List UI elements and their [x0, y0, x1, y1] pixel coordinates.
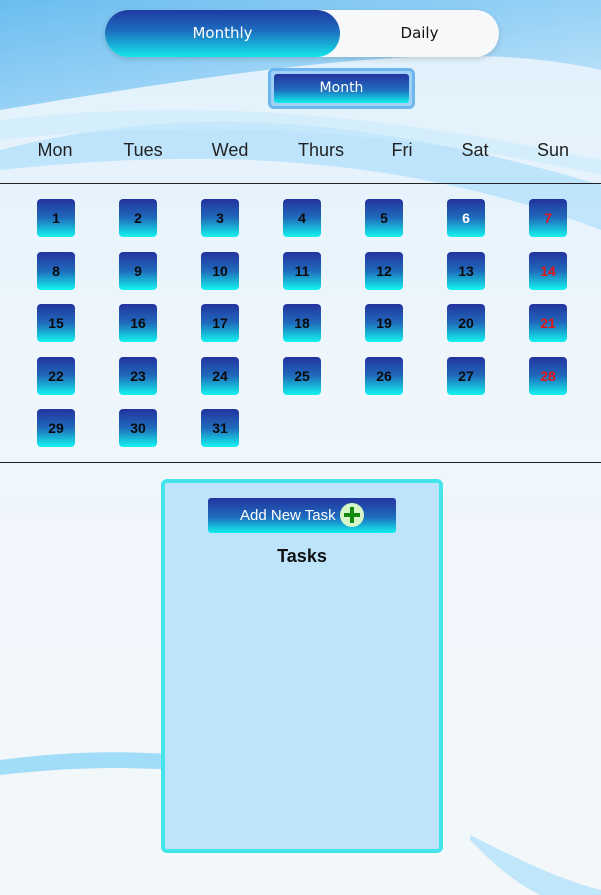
calendar-day[interactable]: 11	[283, 252, 321, 290]
calendar-day[interactable]: 29	[37, 409, 75, 447]
calendar-day[interactable]: 15	[37, 304, 75, 342]
calendar-day[interactable]: 30	[119, 409, 157, 447]
calendar-day[interactable]: 23	[119, 357, 157, 395]
calendar-day[interactable]: 13	[447, 252, 485, 290]
calendar-day[interactable]: 12	[365, 252, 403, 290]
calendar-day[interactable]: 27	[447, 357, 485, 395]
calendar-day[interactable]: 24	[201, 357, 239, 395]
calendar-day[interactable]: 10	[201, 252, 239, 290]
plus-icon	[340, 503, 364, 527]
calendar-day[interactable]: 18	[283, 304, 321, 342]
calendar-day[interactable]: 16	[119, 304, 157, 342]
calendar-day[interactable]: 21	[529, 304, 567, 342]
calendar-day[interactable]: 9	[119, 252, 157, 290]
task-panel: Add New Task Tasks	[161, 479, 443, 853]
calendar-day[interactable]: 20	[447, 304, 485, 342]
calendar-day[interactable]: 4	[283, 199, 321, 237]
calendar-day[interactable]: 6	[447, 199, 485, 237]
calendar-day[interactable]: 8	[37, 252, 75, 290]
task-list	[165, 578, 439, 848]
calendar-day[interactable]: 1	[37, 199, 75, 237]
calendar-day[interactable]: 26	[365, 357, 403, 395]
calendar-day[interactable]: 17	[201, 304, 239, 342]
calendar-grid: 1 2 3 4 5 6 7 8 9 10 11 12 13 14 15 16 17 18 19 20 21 22 23 24 2…	[0, 0, 601, 470]
calendar-day[interactable]: 25	[283, 357, 321, 395]
calendar-day[interactable]: 3	[201, 199, 239, 237]
calendar-day[interactable]: 7	[529, 199, 567, 237]
calendar-day[interactable]: 28	[529, 357, 567, 395]
calendar-day[interactable]: 2	[119, 199, 157, 237]
add-task-button[interactable]: Add New Task	[208, 498, 396, 533]
calendar-bottom-divider	[0, 462, 601, 463]
calendar-day[interactable]: 19	[365, 304, 403, 342]
calendar-day[interactable]: 5	[365, 199, 403, 237]
tasks-title: Tasks	[277, 546, 327, 566]
calendar-day[interactable]: 31	[201, 409, 239, 447]
add-task-label: Add New Task	[240, 507, 336, 524]
calendar-day[interactable]: 14	[529, 252, 567, 290]
calendar-day[interactable]: 22	[37, 357, 75, 395]
